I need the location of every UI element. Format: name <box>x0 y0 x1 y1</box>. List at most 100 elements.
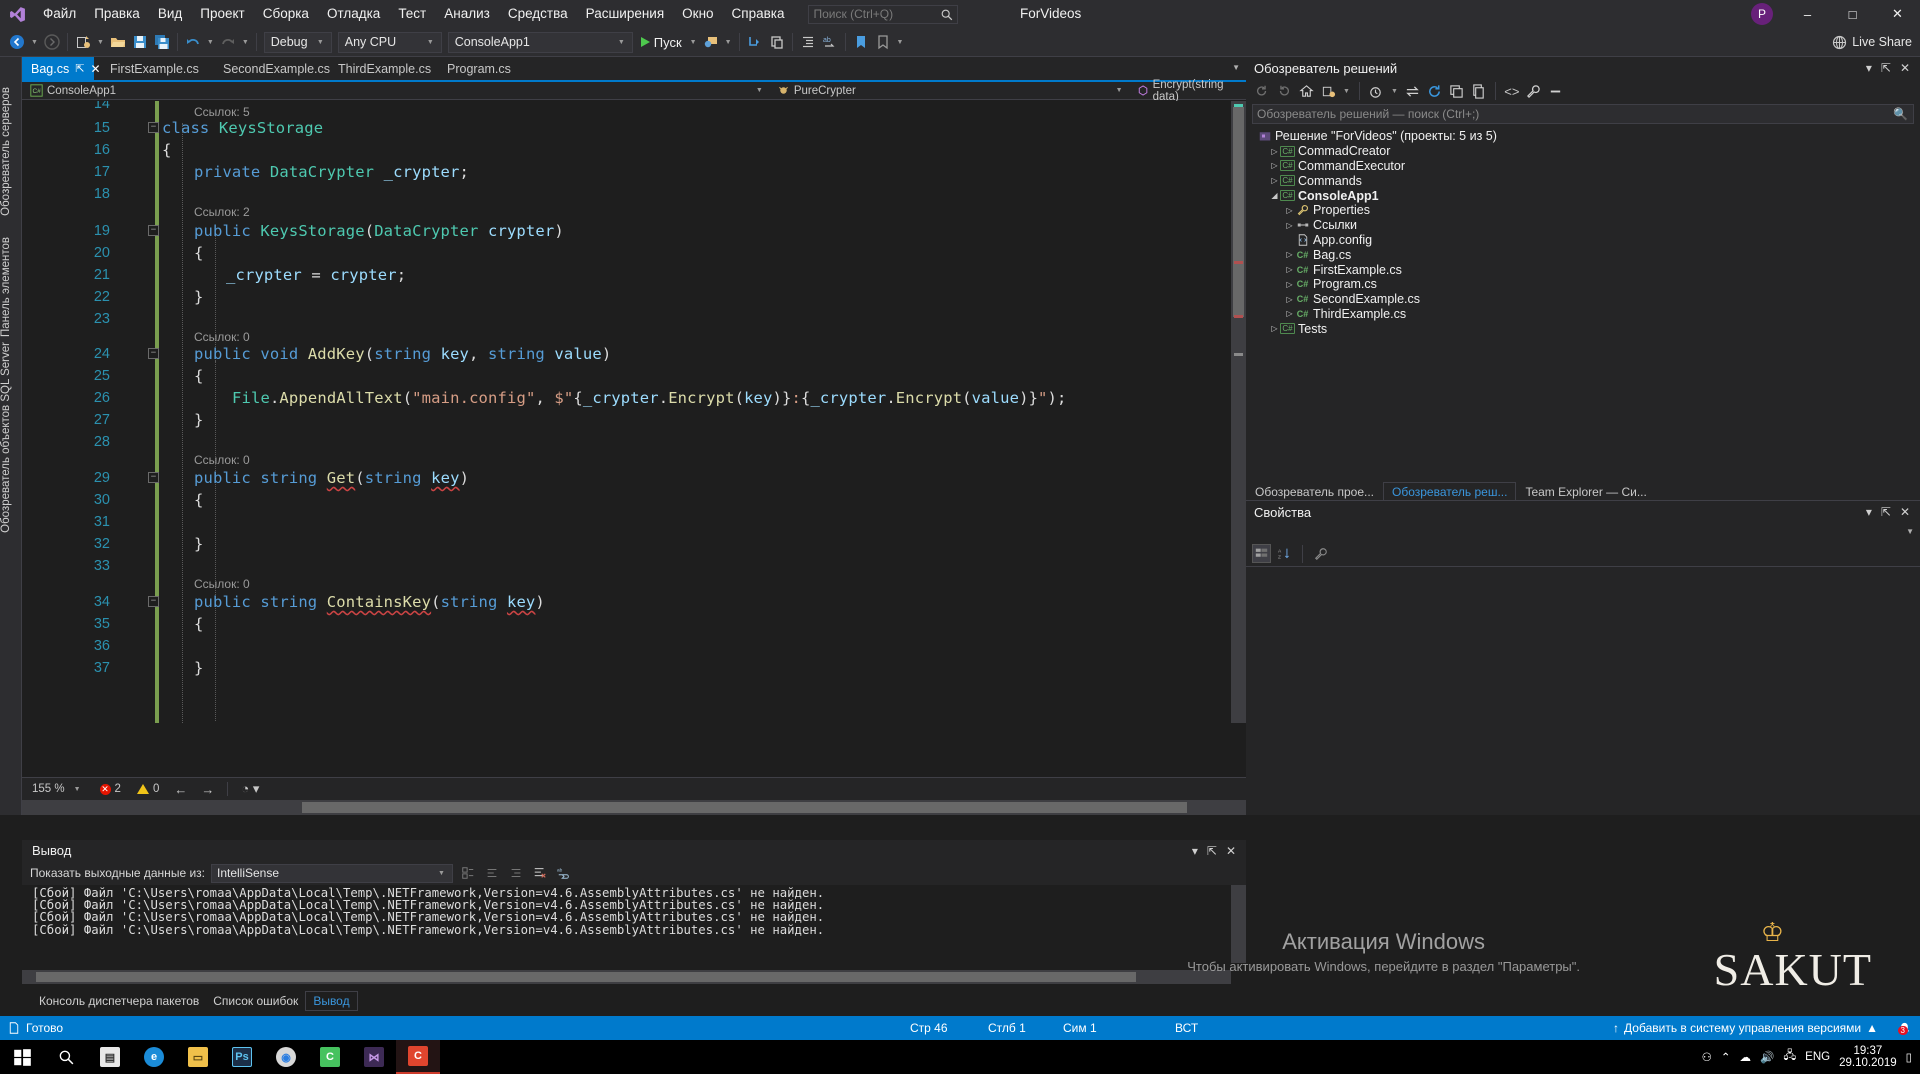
close-button[interactable]: ✕ <box>1875 0 1920 28</box>
tab-overflow-icon[interactable]: ▼ <box>1232 63 1240 72</box>
onedrive-icon[interactable]: ☁ <box>1740 1050 1752 1064</box>
editor-horizontal-scrollbar[interactable] <box>22 800 1246 815</box>
step-over-icon[interactable] <box>766 30 788 54</box>
tab-bag-cs[interactable]: Bag.cs ⇱ ✕ <box>22 57 101 80</box>
chevron-up-icon[interactable]: ⌃ <box>1721 1050 1731 1064</box>
expanded-arrow-icon[interactable]: ◢ <box>1269 191 1280 200</box>
indent-icon[interactable] <box>797 30 819 54</box>
tab-firstexample-cs[interactable]: FirstExample.cs <box>101 57 208 80</box>
undo-icon[interactable] <box>182 30 204 54</box>
codelens-references[interactable]: Ссылок: 0 <box>194 330 250 344</box>
solution-tree[interactable]: Решение "ForVideos" (проекты: 5 из 5) ▷ C… <box>1246 127 1920 336</box>
breadcrumb-project[interactable]: C# ConsoleApp1 ▼ <box>22 84 769 97</box>
clock[interactable]: 19:37 29.10.2019 <box>1839 1045 1897 1069</box>
navigate-next-button[interactable]: → <box>194 782 221 797</box>
toggle-bookmark-icon[interactable] <box>872 30 894 54</box>
tree-item-app-config[interactable]: App.config <box>1246 233 1920 248</box>
view-code-icon[interactable]: <> <box>1502 81 1522 101</box>
menu-analyze[interactable]: Анализ <box>435 0 499 28</box>
menu-tools[interactable]: Средства <box>499 0 577 28</box>
panel-menu-icon[interactable]: ▾ <box>1866 505 1872 519</box>
volume-icon[interactable]: 🔊 <box>1760 1050 1774 1064</box>
tree-item-consoleapp1[interactable]: ◢ C# ConsoleApp1 <box>1246 188 1920 203</box>
properties-wrench-icon[interactable] <box>1524 81 1544 101</box>
history-icon[interactable] <box>1366 81 1386 101</box>
taskbar-store[interactable]: ▤ <box>88 1040 132 1074</box>
start-debugging-button[interactable]: Пуск <box>636 30 687 54</box>
close-icon[interactable]: ✕ <box>90 62 100 76</box>
collapsed-arrow-icon[interactable]: ▷ <box>1284 309 1295 318</box>
go-to-previous-icon[interactable] <box>483 864 501 882</box>
tree-item-firstexample-cs[interactable]: ▷ C# FirstExample.cs <box>1246 262 1920 277</box>
collapsed-arrow-icon[interactable]: ▷ <box>1284 265 1295 274</box>
tree-item-tests[interactable]: ▷ C# Tests <box>1246 321 1920 336</box>
tree-item-program-cs[interactable]: ▷ C# Program.cs <box>1246 277 1920 292</box>
taskbar-photoshop[interactable]: Ps <box>220 1040 264 1074</box>
codelens-references[interactable]: Ссылок: 2 <box>194 205 250 219</box>
save-all-icon[interactable] <box>151 30 173 54</box>
redo-icon[interactable] <box>217 30 239 54</box>
pin-icon[interactable]: ⇱ <box>1881 505 1891 519</box>
output-source-combo[interactable]: IntelliSense ▼ <box>210 863 453 883</box>
tab-secondexample-cs[interactable]: SecondExample.cs <box>214 57 339 80</box>
clear-output-icon[interactable] <box>531 864 549 882</box>
diagnostics-icon[interactable]: ◔ ▾ <box>234 781 266 797</box>
go-to-next-icon[interactable] <box>507 864 525 882</box>
property-pages-icon[interactable] <box>1311 544 1330 563</box>
preview-icon[interactable] <box>1546 81 1566 101</box>
fold-toggle-icon[interactable]: − <box>148 472 159 483</box>
pin-icon[interactable]: ⇱ <box>1881 61 1891 75</box>
attach-to-process-icon[interactable] <box>700 30 722 54</box>
tab-error-list[interactable]: Список ошибок <box>206 992 305 1010</box>
rail-server-explorer[interactable]: Обозреватель серверов <box>0 87 22 216</box>
show-all-files-icon[interactable] <box>1469 81 1489 101</box>
maximize-button[interactable]: □ <box>1830 0 1875 28</box>
menu-window[interactable]: Окно <box>673 0 722 28</box>
tree-item-commandexecutor[interactable]: ▷ C# CommandExecutor <box>1246 159 1920 174</box>
tree-item-commadcreator[interactable]: ▷ C# CommadCreator <box>1246 144 1920 159</box>
taskbar-explorer[interactable]: ▭ <box>176 1040 220 1074</box>
navigate-forward-icon[interactable] <box>41 30 63 54</box>
quick-launch-search[interactable]: Поиск (Ctrl+Q) <box>807 4 958 24</box>
comment-icon[interactable]: ab <box>819 30 841 54</box>
taskbar-edge[interactable]: e <box>132 1040 176 1074</box>
solution-platform-combo[interactable]: Any CPU ▼ <box>337 31 442 53</box>
collapsed-arrow-icon[interactable]: ▷ <box>1269 161 1280 170</box>
bookmark-dropdown-icon[interactable]: ▼ <box>894 39 907 46</box>
find-message-icon[interactable] <box>459 864 477 882</box>
collapse-all-icon[interactable] <box>1447 81 1467 101</box>
new-project-dropdown-icon[interactable]: ▼ <box>94 39 107 46</box>
pin-icon[interactable]: ⇱ <box>75 62 84 75</box>
taskbar-chrome[interactable]: ◉ <box>264 1040 308 1074</box>
fold-toggle-icon[interactable]: − <box>148 596 159 607</box>
collapsed-arrow-icon[interactable]: ▷ <box>1284 280 1295 289</box>
zoom-level-combo[interactable]: 155 % ▼ <box>22 783 92 795</box>
navigate-back-icon[interactable] <box>6 30 28 54</box>
sync-with-active-document-icon[interactable] <box>1403 81 1423 101</box>
solution-configuration-combo[interactable]: Debug ▼ <box>263 31 332 53</box>
scrollbar-thumb[interactable] <box>1233 107 1244 317</box>
menu-debug[interactable]: Отладка <box>318 0 389 28</box>
taskbar-telegram[interactable]: C <box>308 1040 352 1074</box>
tab-program-cs[interactable]: Program.cs <box>438 57 520 80</box>
network-icon[interactable]: 🖧 <box>1783 1048 1796 1067</box>
close-icon[interactable]: ✕ <box>1900 505 1910 519</box>
collapsed-arrow-icon[interactable]: ▷ <box>1269 147 1280 156</box>
tab-team-explorer[interactable]: Team Explorer — Си... <box>1516 482 1655 500</box>
tab-package-manager-console[interactable]: Консоль диспетчера пакетов <box>32 992 206 1010</box>
pin-icon[interactable]: ⇱ <box>1207 844 1217 858</box>
chevron-down-icon[interactable]: ▼ <box>756 87 769 94</box>
open-file-icon[interactable] <box>107 30 129 54</box>
codelens-references[interactable]: Ссылок: 0 <box>194 453 250 467</box>
error-count[interactable]: ✕ 2 <box>92 783 129 795</box>
scrollbar-thumb[interactable] <box>302 802 1187 813</box>
collapsed-arrow-icon[interactable]: ▷ <box>1284 221 1295 230</box>
codelens-references[interactable]: Ссылок: 0 <box>194 577 250 591</box>
collapsed-arrow-icon[interactable]: ▷ <box>1284 295 1295 304</box>
output-horizontal-scrollbar[interactable] <box>22 970 1231 984</box>
refresh-icon[interactable] <box>1425 81 1445 101</box>
back-dropdown-icon[interactable]: ▼ <box>28 39 41 46</box>
breadcrumb-member[interactable]: Encrypt(string data) <box>1129 79 1246 103</box>
menu-extensions[interactable]: Расширения <box>577 0 674 28</box>
tree-item-secondexample-cs[interactable]: ▷ C# SecondExample.cs <box>1246 292 1920 307</box>
